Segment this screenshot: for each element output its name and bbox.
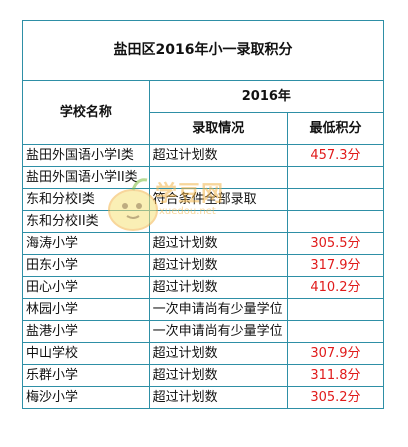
admission-status-cell: 超过计划数 [148,276,288,299]
school-name-cell: 乐群小学 [22,364,150,387]
school-name-cell: 盐港小学 [22,320,150,343]
document-page: 盐田区2016年小一录取积分 学校名称 2016年 录取情况 最低积分 盐田外国… [0,0,408,447]
table-row: 乐群小学 超过计划数 311.8分 [22,364,385,387]
school-name-cell: 中山学校 [22,342,150,365]
min-score-header: 最低积分 [286,112,385,145]
min-score-cell [286,188,385,211]
admission-status-cell [148,166,288,189]
admission-status-cell: 符合条件全部录取 [148,188,288,211]
min-score-cell: 307.9分 [286,342,385,365]
school-name-cell: 东和分校I类 [22,188,150,211]
school-name-cell: 田心小学 [22,276,150,299]
table-row: 田心小学 超过计划数 410.2分 [22,276,385,299]
school-name-cell: 盐田外国语小学I类 [22,144,150,167]
table-title-row: 盐田区2016年小一录取积分 [22,20,384,81]
min-score-cell: 410.2分 [286,276,385,299]
min-score-cell: 305.5分 [286,232,385,255]
min-score-cell: 457.3分 [286,144,385,167]
min-score-cell [286,166,385,189]
table-row: 梅沙小学 超过计划数 305.2分 [22,386,385,409]
table-row: 东和分校II类 [22,210,385,233]
school-name-cell: 东和分校II类 [22,210,150,233]
school-name-cell: 海涛小学 [22,232,150,255]
admission-status-cell: 超过计划数 [148,342,288,365]
header-row-1: 学校名称 2016年 [22,80,385,145]
admission-score-table: 盐田区2016年小一录取积分 学校名称 2016年 录取情况 最低积分 盐田外国… [22,20,385,409]
admission-status-cell [148,210,288,233]
school-name-cell: 田东小学 [22,254,150,277]
min-score-cell: 317.9分 [286,254,385,277]
admission-status-header: 录取情况 [148,112,288,145]
admission-status-cell: 超过计划数 [148,254,288,277]
min-score-cell [286,298,385,321]
table-row: 盐田外国语小学II类 [22,166,385,189]
school-name-cell: 梅沙小学 [22,386,150,409]
min-score-cell [286,320,385,343]
table-title: 盐田区2016年小一录取积分 [22,20,384,81]
table-row: 盐港小学 一次申请尚有少量学位 [22,320,385,343]
table-row: 海涛小学 超过计划数 305.5分 [22,232,385,255]
min-score-cell: 305.2分 [286,386,385,409]
school-name-header: 学校名称 [22,80,150,145]
admission-status-cell: 一次申请尚有少量学位 [148,320,288,343]
table-body: 盐田外国语小学I类 超过计划数 457.3分 盐田外国语小学II类 东和分校I类 符合条件… [22,144,385,409]
table-row: 东和分校I类 符合条件全部录取 [22,188,385,211]
table-row: 林园小学 一次申请尚有少量学位 [22,298,385,321]
admission-status-cell: 超过计划数 [148,386,288,409]
school-name-cell: 林园小学 [22,298,150,321]
admission-status-cell: 一次申请尚有少量学位 [148,298,288,321]
admission-status-cell: 超过计划数 [148,364,288,387]
min-score-cell [286,210,385,233]
year-header: 2016年 [148,80,385,113]
table-row: 中山学校 超过计划数 307.9分 [22,342,385,365]
admission-status-cell: 超过计划数 [148,144,288,167]
min-score-cell: 311.8分 [286,364,385,387]
table-row: 盐田外国语小学I类 超过计划数 457.3分 [22,144,385,167]
admission-status-cell: 超过计划数 [148,232,288,255]
table-row: 田东小学 超过计划数 317.9分 [22,254,385,277]
school-name-cell: 盐田外国语小学II类 [22,166,150,189]
